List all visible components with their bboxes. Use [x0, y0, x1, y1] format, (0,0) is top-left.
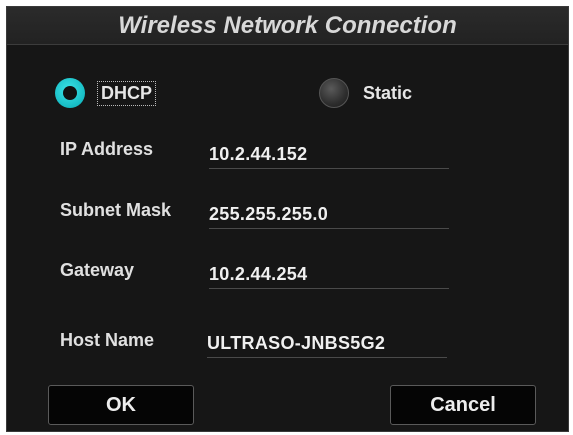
host-name-label: Host Name — [60, 330, 155, 350]
ip-address-field[interactable]: 10.2.44.152 — [209, 139, 449, 169]
static-radio[interactable]: Static — [319, 78, 412, 108]
dhcp-radio-label: DHCP — [96, 80, 157, 106]
gateway-label: Gateway — [60, 260, 135, 280]
radio-selected-icon — [55, 78, 85, 108]
title-bar: Wireless Network Connection — [7, 7, 568, 45]
subnet-mask-field[interactable]: 255.255.255.0 — [209, 199, 449, 229]
static-radio-label: Static — [363, 82, 413, 103]
cancel-button[interactable]: Cancel — [390, 385, 536, 425]
host-name-field[interactable]: ULTRASO-JNBS5G2 — [207, 328, 447, 358]
dialog-title: Wireless Network Connection — [118, 12, 457, 39]
gateway-field[interactable]: 10.2.44.254 — [209, 259, 449, 289]
ip-address-label: IP Address — [60, 139, 154, 159]
ok-button[interactable]: OK — [48, 385, 194, 425]
subnet-mask-label: Subnet Mask — [60, 200, 172, 220]
dhcp-radio[interactable]: DHCP — [55, 78, 157, 108]
wireless-network-dialog: Wireless Network Connection DHCP Static … — [6, 6, 569, 432]
radio-unselected-icon — [319, 78, 349, 108]
